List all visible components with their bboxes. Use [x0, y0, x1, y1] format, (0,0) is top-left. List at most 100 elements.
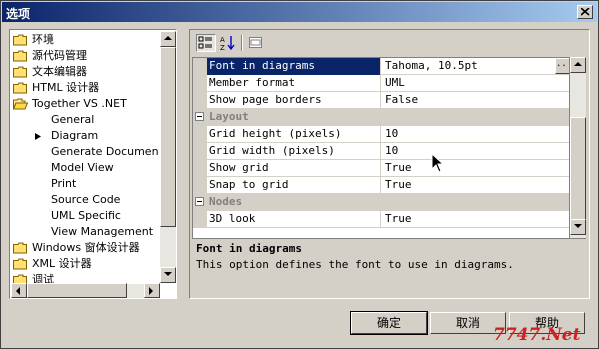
tree-horizontal-scrollbar[interactable] — [11, 283, 160, 298]
tree-scroll-thumb[interactable] — [160, 47, 176, 227]
description-text: This option defines the font to use in d… — [196, 258, 514, 271]
alphabetical-button[interactable]: A Z — [218, 34, 238, 52]
tree-list: 环境源代码管理文本编辑器 HTML 设计器 Together VS .NET Gene… — [11, 31, 159, 283]
property-grid: A Z Font in diagramsTahoma, 10.5pt...Mem… — [189, 29, 590, 299]
property-row[interactable]: Grid width (pixels) 10 — [193, 143, 569, 160]
folder-icon — [13, 242, 27, 254]
scroll-right-button[interactable] — [144, 283, 160, 298]
description-pane: Font in diagrams This option defines the… — [192, 238, 586, 296]
tree-item-label: 调试 — [32, 273, 54, 283]
row-gutter — [193, 75, 207, 92]
folder-icon — [13, 258, 27, 270]
alphabetical-icon: A Z — [220, 36, 235, 51]
tree-item-label: 源代码管理 — [32, 49, 87, 62]
tree-vertical-scrollbar[interactable] — [160, 31, 176, 283]
tree-item-label: HTML 设计器 — [32, 81, 100, 94]
tree-item-label: Print — [51, 177, 77, 190]
scroll-down-button[interactable] — [160, 267, 176, 283]
scroll-up-button[interactable] — [160, 31, 176, 47]
tree-item-label: General — [51, 113, 95, 126]
arrow-left-icon — [16, 287, 20, 295]
tree-item-label: Generate Document — [51, 145, 159, 158]
description-title: Font in diagrams — [196, 242, 302, 255]
scroll-down-button[interactable] — [570, 219, 586, 235]
svg-text:Z: Z — [220, 44, 225, 51]
tree-item-label: Windows 窗体设计器 — [32, 241, 140, 254]
property-vertical-scrollbar[interactable] — [570, 57, 586, 265]
property-toolbar: A Z — [192, 31, 587, 55]
title-bar: 选项 — [2, 2, 597, 22]
dialog-title: 选项 — [6, 7, 31, 21]
row-gutter — [193, 160, 207, 177]
property-pages-icon — [249, 37, 262, 48]
tree-item-label: Together VS .NET — [32, 97, 127, 110]
property-scroll-thumb[interactable] — [570, 117, 586, 232]
property-pages-button[interactable] — [246, 34, 266, 52]
row-gutter — [193, 58, 207, 75]
folder-icon — [13, 66, 27, 78]
row-gutter — [193, 177, 207, 194]
tree-item-label: Diagram — [51, 129, 99, 142]
property-row[interactable]: Show grid True — [193, 160, 569, 177]
tree-item-label: 文本编辑器 — [32, 65, 87, 78]
property-value[interactable]: True — [383, 177, 569, 194]
property-name[interactable]: Grid height (pixels) — [207, 126, 381, 143]
svg-text:A: A — [220, 36, 225, 44]
close-icon — [581, 8, 590, 16]
property-row[interactable]: Member format UML — [193, 75, 569, 92]
arrow-up-icon — [164, 36, 172, 40]
property-name[interactable]: Snap to grid — [207, 177, 381, 194]
property-value[interactable]: Tahoma, 10.5pt — [383, 58, 569, 75]
categorized-icon — [198, 36, 212, 49]
property-list: Font in diagramsTahoma, 10.5pt...Member … — [192, 57, 570, 265]
ok-button[interactable]: 确定 — [350, 311, 428, 335]
property-row[interactable]: Snap to grid True — [193, 177, 569, 194]
folder-icon — [13, 82, 27, 94]
arrow-down-icon — [164, 272, 172, 276]
collapse-icon[interactable] — [195, 112, 204, 121]
property-name[interactable]: Grid width (pixels) — [207, 143, 381, 160]
property-value[interactable]: False — [383, 92, 569, 109]
watermark-text: 7747.Net — [493, 325, 581, 345]
selected-arrow-icon — [35, 133, 41, 140]
close-button[interactable] — [577, 5, 593, 19]
tree-item-label: View Management — [51, 225, 154, 238]
category-row[interactable]: Layout — [193, 109, 569, 126]
property-name[interactable]: 3D look — [207, 211, 381, 228]
property-name[interactable]: Show grid — [207, 160, 381, 177]
category-label: Layout — [209, 110, 249, 123]
property-value[interactable]: 10 — [383, 126, 569, 143]
tree-item-label: 环境 — [32, 33, 54, 46]
category-row[interactable]: Nodes — [193, 194, 569, 211]
ellipsis-button[interactable]: ... — [555, 58, 569, 74]
property-row[interactable]: 3D look True — [193, 211, 569, 228]
row-gutter — [193, 92, 207, 109]
tree-hscroll-thumb[interactable] — [27, 283, 127, 298]
property-value[interactable]: UML — [383, 75, 569, 92]
row-gutter — [193, 143, 207, 160]
property-value[interactable]: True — [383, 211, 569, 228]
tree-item-label: XML 设计器 — [32, 257, 92, 270]
property-row[interactable]: Grid height (pixels) 10 — [193, 126, 569, 143]
property-value[interactable]: True — [383, 160, 569, 177]
scroll-up-button[interactable] — [570, 57, 586, 73]
arrow-down-icon — [574, 224, 582, 228]
toolbar-separator — [241, 35, 243, 51]
collapse-icon[interactable] — [195, 197, 204, 206]
options-tree: 环境源代码管理文本编辑器 HTML 设计器 Together VS .NET Gene… — [9, 29, 177, 299]
property-name[interactable]: Member format — [207, 75, 381, 92]
folder-icon — [13, 50, 27, 62]
categorized-button[interactable] — [196, 34, 216, 52]
property-row[interactable]: Font in diagramsTahoma, 10.5pt... — [193, 58, 569, 75]
tree-item-label: Model View — [51, 161, 114, 174]
property-name[interactable]: Font in diagrams — [207, 58, 381, 75]
folder-open-icon — [13, 98, 28, 110]
category-label: Nodes — [209, 195, 243, 208]
options-dialog: 选项 环境源代码管理文本编辑器 HTML 设计器 Together VS .NET G… — [0, 0, 599, 349]
property-row[interactable]: Show page borders False — [193, 92, 569, 109]
scroll-left-button[interactable] — [11, 283, 27, 298]
property-name[interactable]: Show page borders — [207, 92, 381, 109]
tree-item-label: UML Specific — [51, 209, 121, 222]
folder-icon — [13, 274, 27, 283]
property-value[interactable]: 10 — [383, 143, 569, 160]
